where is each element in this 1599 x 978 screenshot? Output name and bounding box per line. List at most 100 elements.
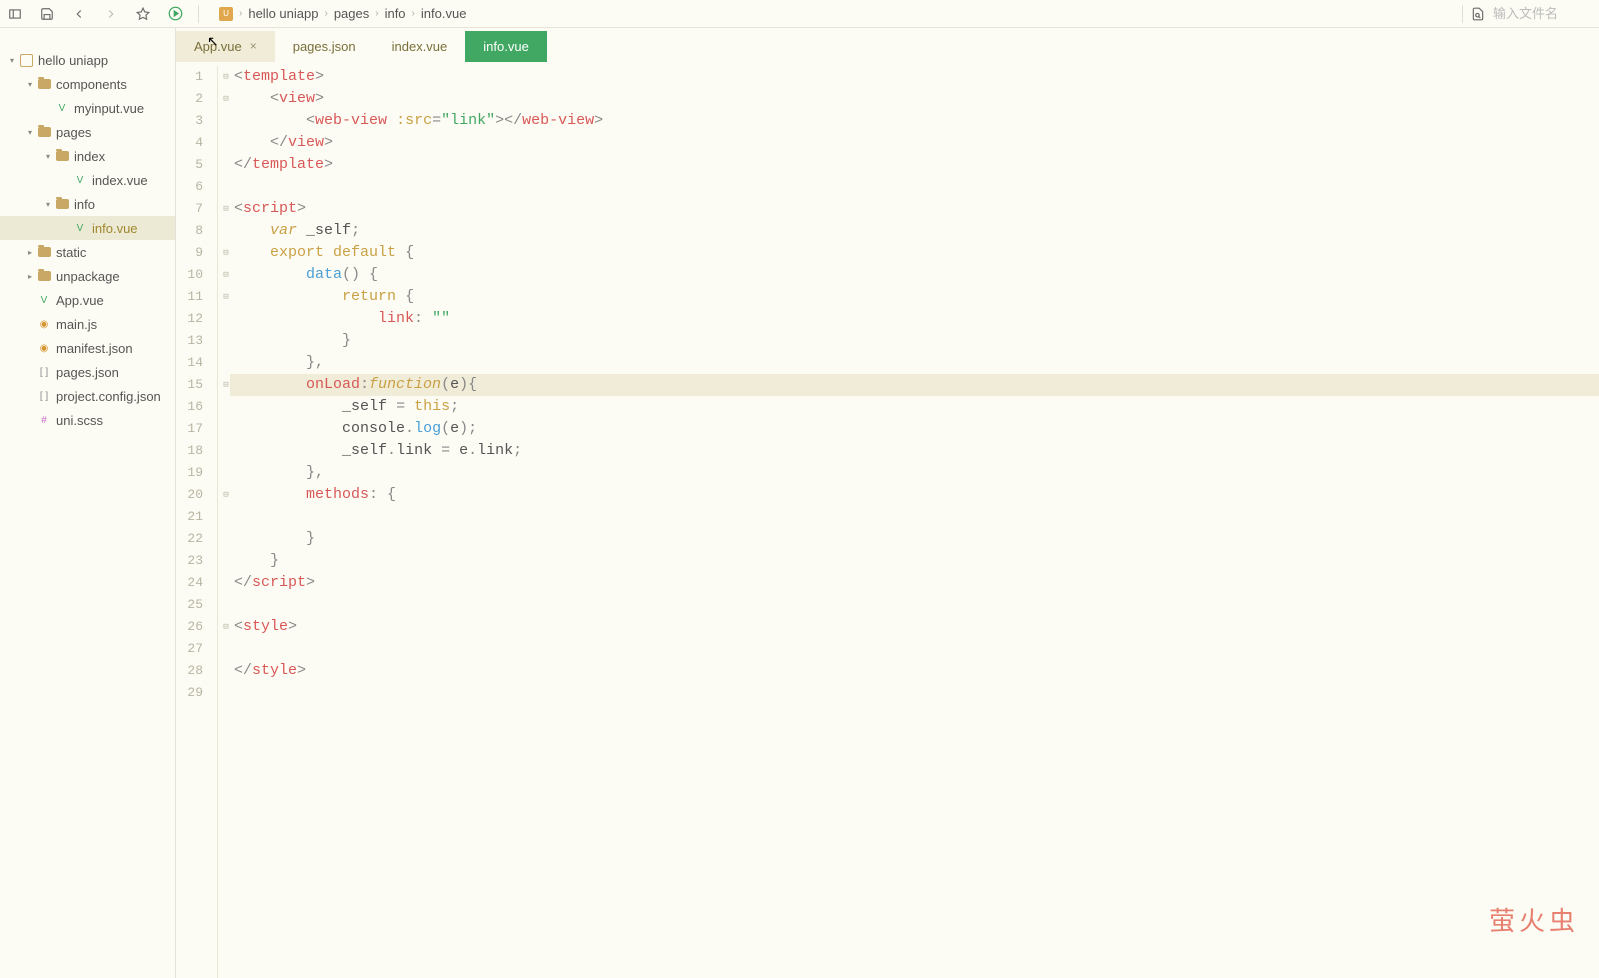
tab-pages-json[interactable]: pages.json [275,31,374,62]
code-line[interactable]: console.log(e); [230,418,1599,440]
tab-label: pages.json [293,39,356,54]
code-editor[interactable]: 1234567891011121314151617181920212223242… [176,62,1599,978]
code-line[interactable]: onLoad:function(e){ [230,374,1599,396]
code-line[interactable]: data() { [230,264,1599,286]
forward-icon[interactable] [102,5,120,23]
code-line[interactable]: link: "" [230,308,1599,330]
chevron-icon: › [375,8,378,19]
tree-label: uni.scss [56,413,103,428]
chevron-icon: › [412,8,415,19]
breadcrumb-item[interactable]: hello uniapp [248,6,318,21]
project-icon [18,53,34,67]
back-icon[interactable] [70,5,88,23]
fold-toggle[interactable]: ⊟ [218,484,230,506]
search-input[interactable] [1493,6,1593,21]
code-line[interactable] [230,506,1599,528]
star-icon[interactable] [134,5,152,23]
tab-info-vue[interactable]: info.vue [465,31,547,62]
tree-label: pages [56,125,91,140]
fold-toggle[interactable]: ⊟ [218,198,230,220]
fold-toggle[interactable]: ⊟ [218,242,230,264]
tree-item-manifest-json[interactable]: ◉manifest.json [0,336,175,360]
tree-item-static[interactable]: ▸ static [0,240,175,264]
code-line[interactable]: } [230,528,1599,550]
chevron-right-icon: ▸ [24,272,36,281]
code-line[interactable] [230,638,1599,660]
fold-toggle[interactable]: ⊟ [218,66,230,88]
fold-toggle [218,132,230,154]
tree-item-pages[interactable]: ▾ pages [0,120,175,144]
chevron-down-icon: ▾ [24,128,36,137]
search-icon[interactable] [1469,5,1487,23]
tree-item-unpackage[interactable]: ▸ unpackage [0,264,175,288]
code-line[interactable]: } [230,550,1599,572]
file-icon: V [72,221,88,235]
code-line[interactable]: export default { [230,242,1599,264]
code-line[interactable]: <style> [230,616,1599,638]
fold-toggle[interactable]: ⊟ [218,374,230,396]
tree-item-index-vue[interactable]: Vindex.vue [0,168,175,192]
code-line[interactable]: <template> [230,66,1599,88]
tree-label: static [56,245,86,260]
watermark: 萤火虫 [1489,901,1579,938]
tree-item-info-vue[interactable]: Vinfo.vue [0,216,175,240]
code-line[interactable] [230,682,1599,704]
code-line[interactable]: <view> [230,88,1599,110]
tree-item-project-config-json[interactable]: [ ]project.config.json [0,384,175,408]
code-lines[interactable]: <template> <view> <web-view :src="link">… [230,66,1599,978]
fold-toggle [218,528,230,550]
code-line[interactable]: }, [230,462,1599,484]
code-line[interactable] [230,594,1599,616]
tree-label: info.vue [92,221,138,236]
tab-App-vue[interactable]: App.vue× [176,31,275,62]
tree-item-App-vue[interactable]: V App.vue [0,288,175,312]
chevron-down-icon: ▾ [6,56,18,65]
chevron-right-icon: ▸ [24,248,36,257]
tree-label: hello uniapp [38,53,108,68]
fold-toggle[interactable]: ⊟ [218,286,230,308]
close-icon[interactable]: × [250,39,257,53]
file-icon: V [36,293,52,307]
toolbar: U › hello uniapp › pages › info › info.v… [0,0,1599,28]
tree-label: unpackage [56,269,120,284]
code-line[interactable]: <script> [230,198,1599,220]
code-line[interactable]: </script> [230,572,1599,594]
run-icon[interactable] [166,5,184,23]
tree-item-components[interactable]: ▾components [0,72,175,96]
fold-toggle [218,176,230,198]
panel-toggle-icon[interactable] [6,5,24,23]
tree-label: App.vue [56,293,104,308]
code-line[interactable]: return { [230,286,1599,308]
fold-toggle[interactable]: ⊟ [218,264,230,286]
fold-toggle [218,572,230,594]
code-line[interactable] [230,176,1599,198]
breadcrumb-item[interactable]: info [385,6,406,21]
code-line[interactable]: } [230,330,1599,352]
tree-item-main-js[interactable]: ◉main.js [0,312,175,336]
code-line[interactable]: methods: { [230,484,1599,506]
folder-icon [54,149,70,163]
tree-item-pages-json[interactable]: [ ]pages.json [0,360,175,384]
fold-toggle[interactable]: ⊟ [218,616,230,638]
code-line[interactable]: }, [230,352,1599,374]
code-line[interactable]: </view> [230,132,1599,154]
code-line[interactable]: <web-view :src="link"></web-view> [230,110,1599,132]
code-line[interactable]: _self.link = e.link; [230,440,1599,462]
tree-item-myinput-vue[interactable]: Vmyinput.vue [0,96,175,120]
code-line[interactable]: var _self; [230,220,1599,242]
fold-toggle [218,330,230,352]
breadcrumb-item[interactable]: pages [334,6,369,21]
tree-project-root[interactable]: ▾ hello uniapp [0,48,175,72]
tree-item-index[interactable]: ▾index [0,144,175,168]
code-line[interactable]: </style> [230,660,1599,682]
code-line[interactable]: </template> [230,154,1599,176]
tree-item-info[interactable]: ▾info [0,192,175,216]
code-line[interactable]: _self = this; [230,396,1599,418]
tab-index-vue[interactable]: index.vue [374,31,466,62]
fold-toggle[interactable]: ⊟ [218,88,230,110]
save-icon[interactable] [38,5,56,23]
breadcrumb-item[interactable]: info.vue [421,6,467,21]
file-icon: V [72,173,88,187]
tree-item-uni-scss[interactable]: #uni.scss [0,408,175,432]
tree-label: main.js [56,317,97,332]
